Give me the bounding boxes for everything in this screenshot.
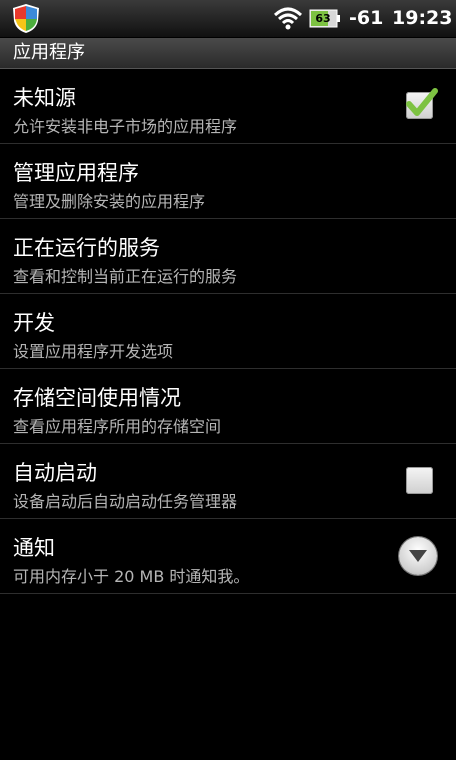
list-item-notification[interactable]: 通知 可用内存小于 20 MB 时通知我。 <box>0 519 456 594</box>
status-bar: 63 -61 19:23 <box>0 0 456 38</box>
clock: 19:23 <box>392 7 453 29</box>
item-title: 管理应用程序 <box>13 161 139 185</box>
shield-app-icon <box>13 4 39 33</box>
list-item-unknown-sources[interactable]: 未知源 允许安装非电子市场的应用程序 <box>0 69 456 144</box>
item-title: 自动启动 <box>13 461 97 485</box>
item-title: 正在运行的服务 <box>13 236 160 260</box>
list-item-manage-apps[interactable]: 管理应用程序 管理及删除安装的应用程序 <box>0 144 456 219</box>
item-subtitle: 查看和控制当前正在运行的服务 <box>13 267 238 286</box>
check-icon <box>406 88 438 116</box>
section-title: 应用程序 <box>13 42 85 63</box>
item-title: 通知 <box>13 536 55 560</box>
item-subtitle: 管理及删除安装的应用程序 <box>13 192 206 211</box>
settings-list: 未知源 允许安装非电子市场的应用程序 管理应用程序 管理及删除安装的应用程序 正… <box>0 69 456 594</box>
item-subtitle: 设备启动后自动启动任务管理器 <box>13 492 238 511</box>
item-title: 存储空间使用情况 <box>13 386 181 410</box>
item-subtitle: 可用内存小于 20 MB 时通知我。 <box>13 567 250 586</box>
item-title: 未知源 <box>13 86 76 110</box>
notification-dropdown-button[interactable] <box>399 537 437 575</box>
list-item-development[interactable]: 开发 设置应用程序开发选项 <box>0 294 456 369</box>
auto-start-checkbox[interactable] <box>406 467 433 494</box>
item-title: 开发 <box>13 311 55 335</box>
chevron-down-icon <box>409 550 427 562</box>
wifi-icon <box>273 7 303 30</box>
list-item-storage-use[interactable]: 存储空间使用情况 查看应用程序所用的存储空间 <box>0 369 456 444</box>
list-item-auto-start[interactable]: 自动启动 设备启动后自动启动任务管理器 <box>0 444 456 519</box>
section-header: 应用程序 <box>0 38 456 69</box>
unknown-sources-checkbox[interactable] <box>406 88 438 119</box>
list-item-running-services[interactable]: 正在运行的服务 查看和控制当前正在运行的服务 <box>0 219 456 294</box>
battery-level: 63 <box>315 12 331 25</box>
item-subtitle: 允许安装非电子市场的应用程序 <box>13 117 238 136</box>
item-subtitle: 查看应用程序所用的存储空间 <box>13 417 222 436</box>
item-subtitle: 设置应用程序开发选项 <box>13 342 174 361</box>
signal-strength: -61 <box>349 7 384 29</box>
